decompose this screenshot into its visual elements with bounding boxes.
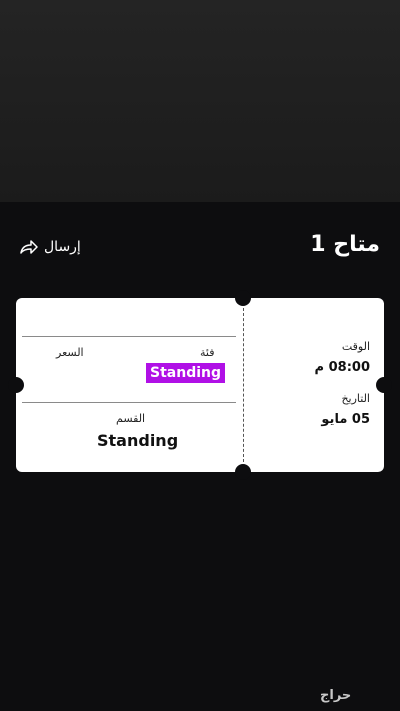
send-label: إرسال (44, 239, 81, 255)
date-label: التاريخ (341, 392, 370, 405)
section-value: Standing (97, 431, 179, 450)
ticket-notch-top (235, 290, 251, 306)
category-label: فئة (200, 346, 215, 359)
category-badge: Standing (146, 363, 225, 383)
watermark-logo: حراج (320, 688, 352, 703)
ticket-card[interactable]: السعر فئة Standing القسم Standing الوقت … (8, 290, 392, 480)
image-area (0, 0, 400, 202)
divider (22, 336, 236, 337)
divider (22, 402, 236, 403)
ticket-notch-left (8, 377, 24, 393)
date-value: 05 مايو (321, 412, 370, 427)
ticket-perforation (243, 308, 244, 462)
send-button[interactable]: إرسال (20, 239, 81, 255)
page-title: متاح 1 (310, 232, 380, 257)
share-arrow-icon (20, 239, 38, 255)
ticket-notch-right (376, 377, 392, 393)
section-label: القسم (116, 412, 146, 425)
ticket-notch-bottom (235, 464, 251, 480)
time-value: 08:00 م (314, 360, 370, 375)
price-label: السعر (56, 346, 84, 359)
time-label: الوقت (341, 340, 370, 353)
